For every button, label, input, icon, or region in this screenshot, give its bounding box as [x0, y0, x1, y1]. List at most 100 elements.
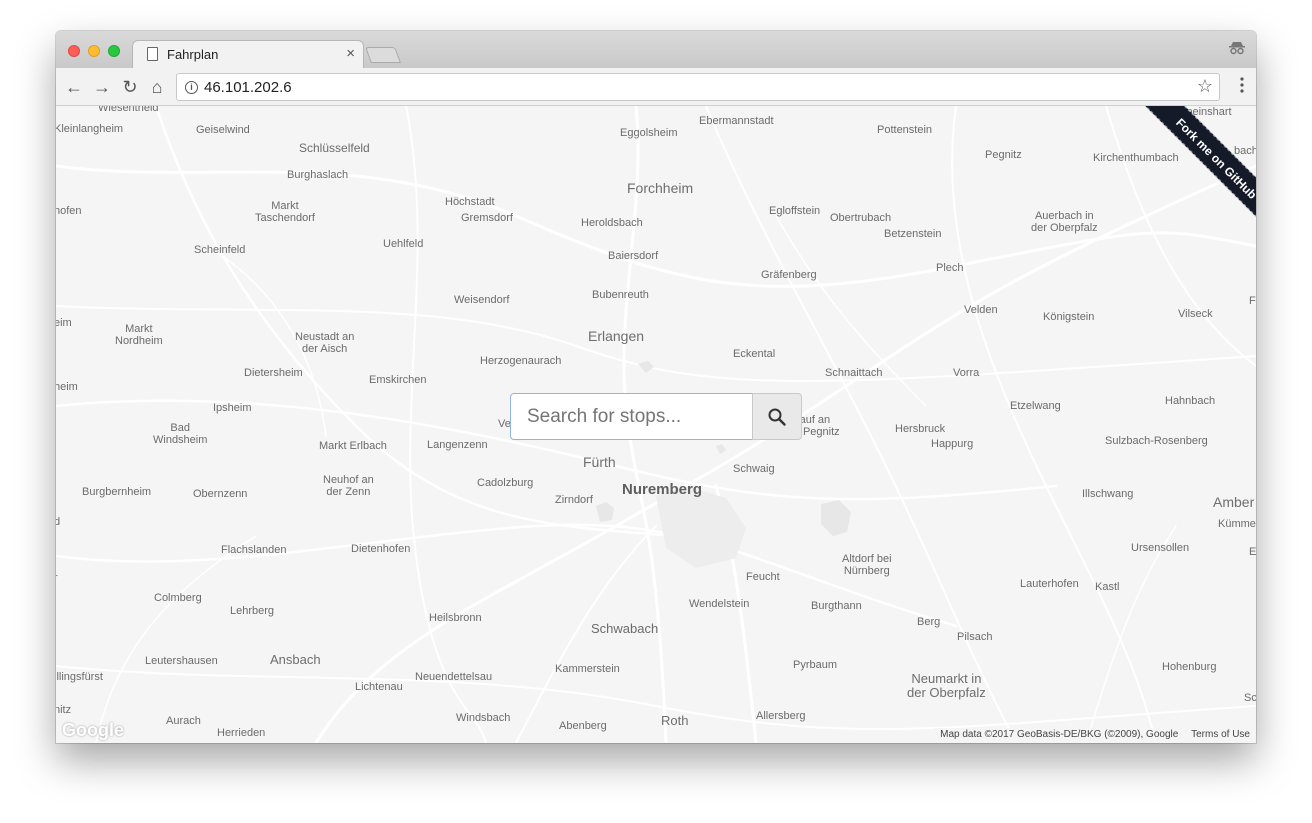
- place-label: Herrieden: [217, 727, 266, 739]
- place-label: Egloffstein: [769, 205, 821, 217]
- place-label: Ursensollen: [1131, 542, 1190, 554]
- place-label: nitz: [56, 704, 72, 716]
- stop-search: [510, 393, 802, 440]
- browser-window: Fahrplan × ← → ↻ ⌂ i 46.101.202.6 ☆ Wies…: [56, 31, 1256, 743]
- place-label: Obertrubach: [830, 212, 892, 224]
- place-label: hofen: [56, 205, 82, 217]
- place-label: Happurg: [931, 438, 974, 450]
- place-label: Wiesentheid: [98, 106, 159, 114]
- place-label: Sulzbach-Rosenberg: [1105, 435, 1208, 447]
- place-label: Colmberg: [154, 592, 202, 604]
- github-ribbon[interactable]: Fork me on GitHub: [1107, 106, 1256, 255]
- place-label: Abenberg: [559, 720, 607, 732]
- place-label: Ipsheim: [213, 402, 252, 414]
- map-view[interactable]: Wiesentheid Kleinlangheim Geiselwind Sch…: [56, 106, 1256, 743]
- place-label: Pilsach: [957, 631, 993, 643]
- place-label: Vilseck: [1178, 308, 1213, 320]
- map-data-attribution: Map data ©2017 GeoBasis-DE/BKG (©2009), …: [940, 729, 1179, 740]
- place-label: Langenzenn: [427, 439, 488, 451]
- place-label: Eggolsheim: [620, 127, 678, 139]
- place-label: Markt Erlbach: [319, 440, 387, 452]
- place-label: Erlangen: [588, 328, 645, 344]
- place-label: illingsfürst: [56, 671, 103, 683]
- place-label: Etzelwang: [1010, 400, 1061, 412]
- place-label: Pegnitz: [985, 149, 1022, 161]
- tab-title: Fahrplan: [167, 47, 219, 62]
- close-window-button[interactable]: [68, 45, 80, 57]
- tab-close-icon[interactable]: ×: [346, 45, 355, 62]
- place-label: F: [1249, 295, 1256, 307]
- minimize-window-button[interactable]: [88, 45, 100, 57]
- title-bar: Fahrplan ×: [56, 31, 1256, 68]
- place-label: Cadolzburg: [477, 477, 534, 489]
- place-label: Altdorf bei Nürnberg: [842, 553, 892, 577]
- place-label: Dietersheim: [244, 367, 303, 379]
- stop-search-input[interactable]: [510, 393, 753, 440]
- place-label: Burghaslach: [287, 169, 349, 181]
- incognito-icon: [1229, 42, 1245, 55]
- place-label: Neuhof an der Zenn: [323, 474, 374, 498]
- fork-on-github-link[interactable]: Fork me on GitHub: [1136, 106, 1256, 239]
- place-label: Emskirchen: [369, 374, 427, 386]
- place-label: Gremsdorf: [461, 212, 513, 224]
- place-label: Ansbach: [270, 652, 321, 667]
- place-label: Markt Nordheim: [115, 323, 163, 347]
- place-label: Bad Windsheim: [153, 422, 208, 446]
- place-label: Obernzenn: [193, 488, 248, 500]
- back-button[interactable]: ←: [63, 76, 85, 98]
- place-label: Illschwang: [1082, 488, 1134, 500]
- place-label: Wendelstein: [689, 598, 750, 610]
- place-label: Leutershausen: [145, 655, 218, 667]
- place-label: Lichtenau: [355, 681, 403, 693]
- place-label: Ve: [498, 418, 511, 430]
- place-label: Lehrberg: [230, 605, 275, 617]
- place-label: Roth: [661, 713, 689, 728]
- search-button[interactable]: [752, 393, 802, 440]
- place-label: Amber: [1213, 494, 1255, 510]
- tab-fahrplan[interactable]: Fahrplan ×: [132, 40, 364, 68]
- place-label: Höchstadt: [445, 196, 495, 208]
- info-icon[interactable]: i: [185, 81, 198, 94]
- place-label: Vorra: [953, 367, 980, 379]
- place-label: Baiersdorf: [608, 250, 659, 262]
- place-label: Auerbach in der Oberpfalz: [1031, 210, 1098, 234]
- terms-of-use-link[interactable]: Terms of Use: [1191, 729, 1250, 740]
- place-label: Pyrbaum: [793, 659, 838, 671]
- new-tab-button[interactable]: [365, 47, 401, 63]
- place-label: Pottenstein: [877, 124, 933, 136]
- place-label: Hohenburg: [1162, 661, 1217, 673]
- place-label: Schnaittach: [825, 367, 883, 379]
- place-label: Dietenhofen: [351, 543, 411, 555]
- browser-menu-button[interactable]: [1240, 77, 1244, 93]
- place-label: Aurach: [166, 715, 201, 727]
- search-icon: [768, 408, 786, 426]
- place-label: Kleinlangheim: [56, 123, 124, 135]
- place-label: Gräfenberg: [761, 269, 817, 281]
- place-label: Nuremberg: [622, 481, 703, 498]
- place-label: Scheinfeld: [194, 244, 246, 256]
- place-label: Bubenreuth: [592, 289, 649, 301]
- place-label: Berg: [917, 616, 941, 628]
- place-label: Flachslanden: [221, 544, 287, 556]
- place-label: Ebermannstadt: [699, 115, 774, 127]
- place-label: Weisendorf: [454, 294, 510, 306]
- place-label: eim: [56, 317, 72, 329]
- reload-button[interactable]: ↻: [119, 76, 141, 98]
- place-label: Eckental: [733, 348, 776, 360]
- home-button[interactable]: ⌂: [146, 76, 168, 98]
- place-label: Hersbruck: [895, 423, 946, 435]
- place-label: Neustadt an der Aisch: [295, 331, 355, 355]
- maximize-window-button[interactable]: [108, 45, 120, 57]
- place-label: Allersberg: [756, 710, 806, 722]
- place-label: Schwabach: [591, 621, 659, 636]
- address-bar[interactable]: i 46.101.202.6 ☆: [176, 73, 1220, 101]
- place-label: Plech: [936, 262, 964, 274]
- page-icon: [147, 47, 158, 61]
- place-label: Forchheim: [627, 180, 694, 196]
- url-text[interactable]: 46.101.202.6: [204, 79, 292, 96]
- place-label: Velden: [964, 304, 998, 316]
- browser-toolbar: ← → ↻ ⌂ i 46.101.202.6 ☆: [56, 68, 1256, 106]
- bookmark-star-icon[interactable]: ☆: [1197, 76, 1213, 97]
- place-label: heim: [56, 381, 78, 393]
- forward-button[interactable]: →: [91, 76, 113, 98]
